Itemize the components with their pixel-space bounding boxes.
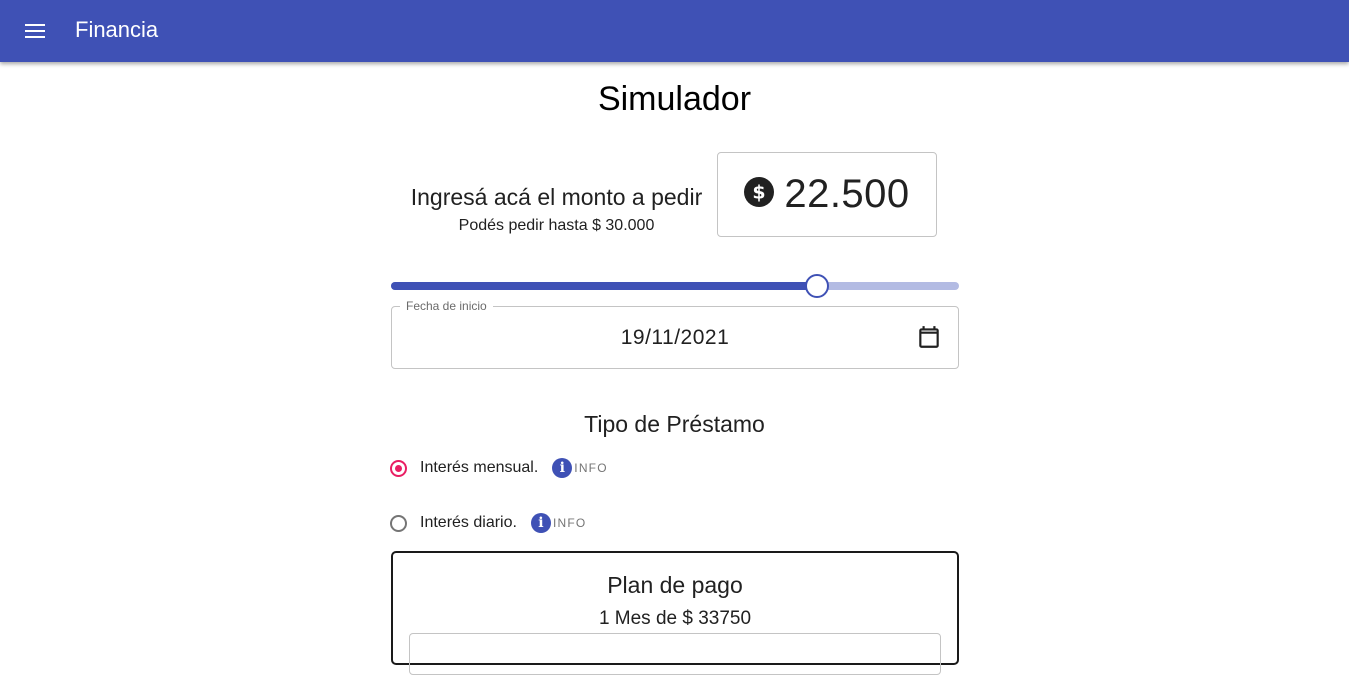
amount-max-text: Podés pedir hasta $ 30.000 (458, 217, 655, 234)
app-bar: Financia (0, 0, 1349, 62)
app-title: Financia (75, 17, 159, 42)
radio-daily[interactable] (390, 514, 407, 532)
payment-plan-card: Plan de pago 1 Mes de $ 33750 (391, 551, 959, 675)
start-date-legend: Fecha de inicio (400, 299, 493, 313)
slider-track (391, 282, 817, 290)
start-date-field[interactable]: Fecha de inicio 19/11/2021 (391, 299, 959, 369)
info-icon: i (530, 513, 551, 533)
amount-field[interactable]: $ 22.500 (717, 152, 937, 237)
radio-daily-label[interactable]: Interés diario. (420, 514, 517, 532)
radio-option-daily[interactable]: Interés diario. i INFO (390, 511, 586, 535)
payment-plan-detail: 1 Mes de $ 33750 (598, 608, 752, 629)
start-date-value[interactable]: 19/11/2021 (392, 326, 958, 350)
radio-option-monthly[interactable]: Interés mensual. i INFO (390, 456, 608, 480)
radio-monthly-label[interactable]: Interés mensual. (420, 459, 538, 477)
calendar-icon[interactable] (916, 324, 942, 350)
loan-type-heading: Tipo de Préstamo (584, 411, 765, 437)
info-button-daily[interactable]: i INFO (530, 513, 587, 533)
slider-thumb[interactable] (805, 274, 829, 298)
menu-icon[interactable] (18, 15, 52, 47)
page-title: Simulador (597, 80, 752, 118)
dollar-circle-icon: $ (744, 177, 775, 212)
payment-plan-field[interactable] (409, 633, 941, 675)
radio-monthly[interactable] (390, 459, 407, 477)
amount-value[interactable]: 22.500 (784, 172, 909, 217)
info-button-label: INFO (574, 461, 608, 475)
info-icon: i (552, 458, 573, 478)
payment-plan-title: Plan de pago (607, 572, 743, 598)
svg-text:$: $ (753, 182, 766, 204)
info-button-monthly[interactable]: i INFO (552, 458, 607, 478)
info-button-label: INFO (552, 516, 587, 530)
amount-label: Ingresá acá el monto a pedir (410, 184, 703, 210)
amount-slider[interactable] (391, 274, 959, 298)
